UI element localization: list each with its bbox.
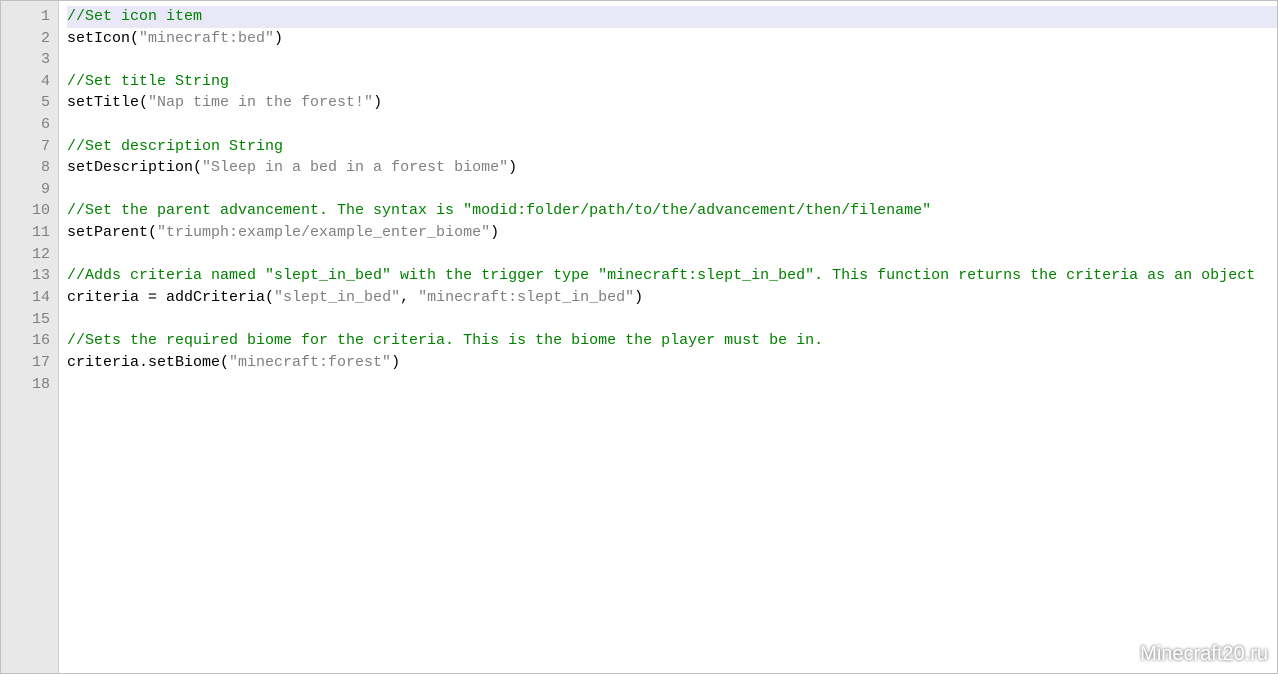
code-text: ) — [391, 354, 400, 371]
line-number: 11 — [1, 222, 50, 244]
code-text: ) — [373, 94, 382, 111]
line-number: 8 — [1, 157, 50, 179]
line-number: 12 — [1, 244, 50, 266]
code-line[interactable] — [67, 179, 1277, 201]
line-number: 3 — [1, 49, 50, 71]
line-number: 18 — [1, 374, 50, 396]
line-number: 1 — [1, 6, 50, 28]
code-line[interactable]: setIcon("minecraft:bed") — [67, 28, 1277, 50]
line-number: 6 — [1, 114, 50, 136]
string-literal: "minecraft:forest" — [229, 354, 391, 371]
code-line[interactable]: //Set description String — [67, 136, 1277, 158]
code-line[interactable] — [67, 114, 1277, 136]
code-line[interactable]: setTitle("Nap time in the forest!") — [67, 92, 1277, 114]
string-literal: "Nap time in the forest!" — [148, 94, 373, 111]
string-literal: "minecraft:slept_in_bed" — [418, 289, 634, 306]
code-text: setDescription( — [67, 159, 202, 176]
code-text: ) — [508, 159, 517, 176]
comment-text: //Adds criteria named "slept_in_bed" wit… — [67, 267, 1255, 284]
code-area[interactable]: //Set icon item setIcon("minecraft:bed") /… — [59, 1, 1277, 673]
line-number: 15 — [1, 309, 50, 331]
code-line[interactable]: setDescription("Sleep in a bed in a fore… — [67, 157, 1277, 179]
code-text: setIcon( — [67, 30, 139, 47]
line-number: 17 — [1, 352, 50, 374]
code-line[interactable] — [67, 244, 1277, 266]
line-number: 2 — [1, 28, 50, 50]
comment-text: //Set icon item — [67, 8, 202, 25]
code-line[interactable]: //Set icon item — [67, 6, 1277, 28]
line-number: 4 — [1, 71, 50, 93]
code-text: setParent( — [67, 224, 157, 241]
comment-text: //Set title String — [67, 73, 229, 90]
line-number: 7 — [1, 136, 50, 158]
line-number: 16 — [1, 330, 50, 352]
code-line[interactable]: criteria.setBiome("minecraft:forest") — [67, 352, 1277, 374]
line-number: 14 — [1, 287, 50, 309]
comment-text: //Sets the required biome for the criter… — [67, 332, 823, 349]
code-line[interactable] — [67, 373, 1277, 395]
string-literal: "minecraft:bed" — [139, 30, 274, 47]
code-text: ) — [490, 224, 499, 241]
line-number: 5 — [1, 92, 50, 114]
code-editor: 123456789101112131415161718 //Set icon i… — [0, 0, 1278, 674]
line-number: 9 — [1, 179, 50, 201]
code-line[interactable]: //Set title String — [67, 71, 1277, 93]
code-text: criteria.setBiome( — [67, 354, 229, 371]
code-text: ) — [634, 289, 643, 306]
line-number-gutter: 123456789101112131415161718 — [1, 1, 59, 673]
line-number: 10 — [1, 200, 50, 222]
code-text: , — [400, 289, 418, 306]
code-line[interactable] — [67, 49, 1277, 71]
code-line[interactable] — [67, 308, 1277, 330]
code-text: ) — [274, 30, 283, 47]
code-text: criteria = addCriteria( — [67, 289, 274, 306]
string-literal: "Sleep in a bed in a forest biome" — [202, 159, 508, 176]
string-literal: "slept_in_bed" — [274, 289, 400, 306]
code-line[interactable]: setParent("triumph:example/example_enter… — [67, 222, 1277, 244]
comment-text: //Set description String — [67, 138, 283, 155]
code-line[interactable]: criteria = addCriteria("slept_in_bed", "… — [67, 287, 1277, 309]
line-number: 13 — [1, 265, 50, 287]
comment-text: //Set the parent advancement. The syntax… — [67, 202, 931, 219]
code-line[interactable]: //Set the parent advancement. The syntax… — [67, 200, 1277, 222]
code-text: setTitle( — [67, 94, 148, 111]
string-literal: "triumph:example/example_enter_biome" — [157, 224, 490, 241]
code-line[interactable]: //Sets the required biome for the criter… — [67, 330, 1277, 352]
code-line[interactable]: //Adds criteria named "slept_in_bed" wit… — [67, 265, 1277, 287]
